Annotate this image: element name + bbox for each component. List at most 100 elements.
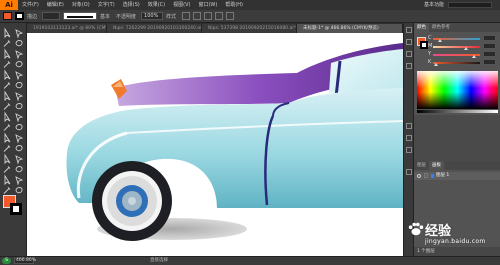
hubcap-dot (128, 197, 136, 205)
slider-yellow[interactable]: Y (428, 51, 496, 58)
menu-object[interactable]: 对象(O) (68, 0, 94, 10)
slider-cyan[interactable]: C (428, 35, 496, 42)
magic-wand-icon[interactable] (3, 40, 11, 47)
slider-thumb[interactable] (464, 47, 468, 50)
fill-color-swatch[interactable] (3, 12, 12, 20)
menu-view[interactable]: 视图(V) (169, 0, 194, 10)
ellipse-tool-icon[interactable] (15, 71, 24, 81)
tab-document-1[interactable]: 1919103113123.ai* @ 80% (CMYK/预览) (27, 24, 107, 33)
color-panel: 颜色 颜色参考 C M Y K (414, 23, 500, 115)
tab-artboards[interactable]: 画板 (429, 161, 444, 170)
color-panel-header: 颜色 颜色参考 (414, 23, 500, 32)
draw-mode-icon[interactable] (15, 187, 23, 194)
tab-document-active[interactable]: 未标题-1* @ 466.86% (CMYK/预览) (297, 24, 403, 33)
artboard-canvas[interactable] (27, 33, 403, 256)
direct-selection-tool-icon[interactable] (15, 29, 24, 39)
slider-thumb[interactable] (434, 63, 438, 66)
shape-builder-icon[interactable] (15, 124, 23, 131)
tab-document-3[interactable]: Nips: 537398 20190920215016080.ai* (202, 24, 297, 33)
zoom-tool-icon[interactable] (3, 187, 11, 194)
grayscale-ramp[interactable] (417, 110, 498, 113)
appearance-panel-icon[interactable] (406, 169, 412, 175)
selection-tool-icon[interactable] (4, 27, 11, 39)
color-panel-icon[interactable] (406, 27, 412, 33)
opacity-field[interactable]: 100% (141, 12, 164, 20)
brushes-panel-icon[interactable] (406, 51, 412, 57)
menu-select[interactable]: 选择(S) (119, 0, 144, 10)
stroke-panel-icon[interactable] (406, 123, 412, 129)
recolor-icon[interactable] (215, 12, 224, 20)
perspective-icon[interactable] (4, 132, 11, 144)
slider-value-field[interactable] (483, 35, 496, 41)
tab-color[interactable]: 颜色 (414, 23, 429, 32)
slider-value-field[interactable] (483, 43, 496, 49)
panel-stroke-swatch[interactable] (420, 41, 428, 49)
eraser-icon[interactable] (15, 92, 24, 102)
slider-value-field[interactable] (483, 59, 496, 65)
car-illustration[interactable] (27, 33, 403, 256)
pencil-icon[interactable] (15, 82, 23, 89)
menu-edit[interactable]: 编辑(E) (43, 0, 68, 10)
color-spectrum[interactable] (417, 71, 498, 109)
width-tool-icon[interactable] (4, 111, 11, 123)
mesh-icon[interactable] (15, 134, 24, 144)
stroke-swatch[interactable] (10, 203, 22, 215)
gradient-tool-icon[interactable] (3, 145, 11, 152)
menu-type[interactable]: 文字(T) (94, 0, 119, 10)
blend-icon[interactable] (4, 153, 11, 165)
line-tool-icon[interactable] (15, 61, 23, 68)
type-tool-icon[interactable] (3, 61, 11, 68)
slider-track[interactable] (433, 46, 480, 48)
menu-file[interactable]: 文件(F) (18, 0, 43, 10)
tab-layers[interactable]: 图层 (414, 161, 429, 170)
search-input[interactable] (448, 2, 492, 8)
eyedropper-icon[interactable] (15, 145, 23, 152)
free-transform-icon[interactable] (3, 124, 11, 131)
slider-value-field[interactable] (483, 51, 496, 57)
zoom-field[interactable]: 466.86% (14, 258, 36, 264)
tab-color-guide[interactable]: 颜色参考 (429, 23, 453, 32)
workspace-switcher[interactable]: 基本功能 (424, 0, 444, 10)
slice-tool-icon[interactable] (4, 174, 11, 186)
swatches-panel-icon[interactable] (406, 39, 412, 45)
shaper-icon[interactable] (4, 90, 11, 102)
rectangle-tool-icon[interactable] (4, 69, 11, 81)
graphic-style-swatch[interactable] (182, 12, 191, 20)
tab-document-2[interactable]: Nips: 7262299 20190920103300240.ai* (107, 24, 202, 33)
graph-tool-icon[interactable] (3, 166, 11, 173)
artboard-tool-icon[interactable] (15, 166, 23, 173)
slider-label: C (428, 35, 432, 41)
visibility-icon[interactable] (417, 174, 421, 178)
slider-magenta[interactable]: M (428, 43, 496, 50)
slider-track[interactable] (433, 62, 480, 64)
stroke-weight-field[interactable] (42, 12, 61, 20)
scale-icon[interactable] (15, 103, 23, 110)
app-logo: Ai (0, 0, 18, 10)
slider-thumb[interactable] (438, 39, 442, 42)
slider-label: M (428, 43, 433, 49)
hand-tool-icon[interactable] (15, 176, 24, 186)
align-icon[interactable] (193, 12, 202, 20)
symbols-panel-icon[interactable] (406, 63, 412, 69)
symbol-sprayer-icon[interactable] (15, 155, 24, 165)
warp-icon[interactable] (15, 113, 24, 123)
slider-thumb[interactable] (472, 55, 476, 58)
gradient-panel-icon[interactable] (406, 135, 412, 141)
isolate-icon[interactable] (226, 12, 235, 20)
tools-panel (0, 23, 27, 256)
layer-row[interactable]: 图层 1 (414, 172, 500, 180)
menu-effect[interactable]: 效果(C) (144, 0, 169, 10)
lock-icon[interactable] (424, 173, 428, 178)
brush-preview[interactable] (63, 12, 98, 20)
rotate-icon[interactable] (3, 103, 11, 110)
lasso-icon[interactable] (15, 40, 23, 47)
stroke-color-swatch[interactable] (15, 12, 24, 20)
paintbrush-icon[interactable] (3, 82, 11, 89)
menu-window[interactable]: 窗口(W) (194, 0, 221, 10)
transform-icon[interactable] (204, 12, 213, 20)
menu-help[interactable]: 帮助(H) (221, 0, 247, 10)
pen-tool-icon[interactable] (4, 48, 11, 60)
transparency-panel-icon[interactable] (406, 147, 412, 153)
curvature-icon[interactable] (15, 50, 24, 60)
slider-black[interactable]: K (428, 59, 496, 66)
